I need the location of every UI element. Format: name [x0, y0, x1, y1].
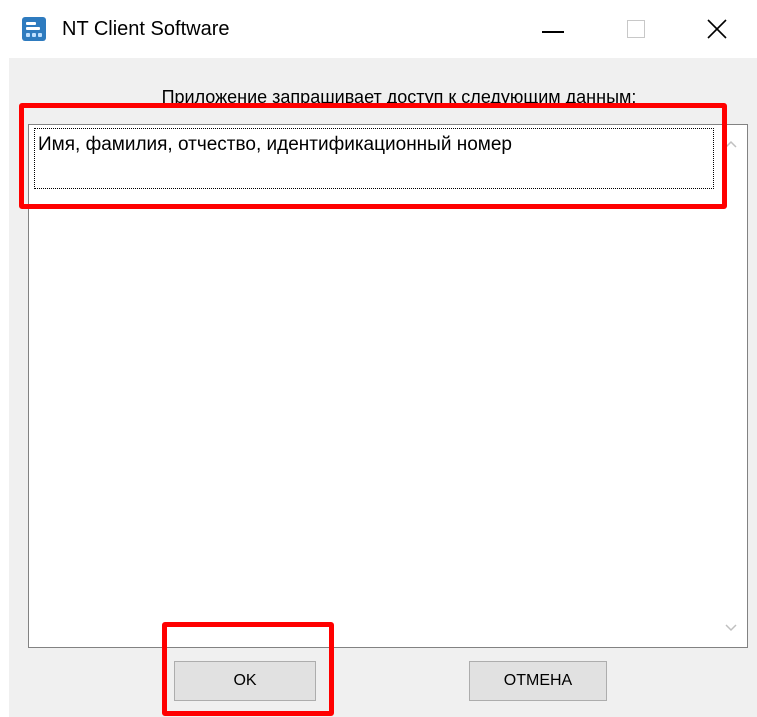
list-item[interactable]: Имя, фамилия, отчество, идентификационны…: [34, 128, 714, 189]
close-button[interactable]: [686, 0, 746, 58]
title-bar[interactable]: NT Client Software: [0, 0, 757, 58]
scroll-down-icon[interactable]: [724, 623, 738, 633]
close-icon: [707, 19, 727, 39]
vertical-scrollbar[interactable]: [715, 125, 747, 647]
app-icon: [22, 17, 46, 41]
minimize-button[interactable]: [522, 0, 582, 58]
ok-button[interactable]: OK: [174, 661, 316, 701]
maximize-icon: [627, 20, 645, 38]
maximize-button[interactable]: [605, 0, 665, 58]
dialog-window: NT Client Software Приложение запрашивае…: [0, 0, 757, 717]
minimize-icon: [542, 31, 564, 33]
cancel-button[interactable]: ОТМЕНА: [469, 661, 607, 701]
scroll-up-icon[interactable]: [724, 139, 738, 149]
permissions-listbox[interactable]: Имя, фамилия, отчество, идентификационны…: [28, 124, 748, 648]
window-title: NT Client Software: [62, 18, 230, 40]
access-request-label: Приложение запрашивает доступ к следующи…: [161, 87, 637, 107]
client-area: Приложение запрашивает доступ к следующи…: [9, 58, 757, 717]
